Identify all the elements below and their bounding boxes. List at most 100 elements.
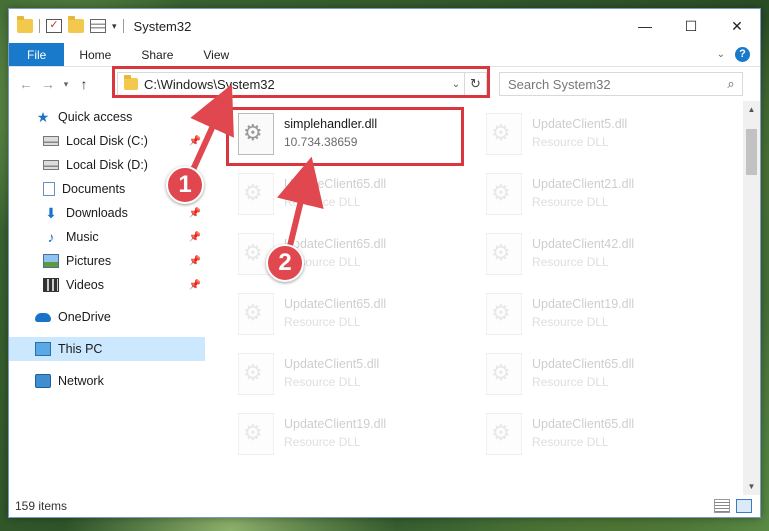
close-button[interactable]: ✕ [714,9,760,43]
dll-file-icon [486,413,522,455]
up-button[interactable]: ↑ [73,76,95,92]
file-item[interactable]: UpdateClient42.dll Resource DLL [482,227,712,281]
dll-file-icon [486,173,522,215]
file-item[interactable]: UpdateClient65.dll Resource DLL [234,167,464,221]
details-view-icon[interactable] [714,499,730,513]
file-detail: Resource DLL [532,195,609,209]
view-switcher [714,499,760,513]
sidebar-item-videos[interactable]: Videos 📌 [9,273,205,297]
file-name: UpdateClient42.dll [532,237,635,251]
scroll-down-icon[interactable]: ▼ [743,478,760,495]
expand-ribbon-icon[interactable]: ⌄ [717,49,725,60]
address-bar[interactable]: C:\Windows\System32 ⌄ ↻ [117,72,487,96]
file-item[interactable]: UpdateClient65.dll Resource DLL [482,407,712,461]
tab-view[interactable]: View [188,43,244,66]
pin-icon[interactable]: 📌 [189,208,201,219]
large-icons-view-icon[interactable] [736,499,752,513]
toolbar-dropdown-icon[interactable]: ▾ [112,21,117,32]
dll-file-icon [238,113,274,155]
address-path[interactable]: C:\Windows\System32 [144,77,448,92]
scrollbar-thumb[interactable] [746,129,757,175]
file-item[interactable]: UpdateClient19.dll Resource DLL [482,287,712,341]
sidebar-item-local-disk-c[interactable]: Local Disk (C:) 📌 [9,129,205,153]
dll-file-icon [238,353,274,395]
file-detail: Resource DLL [532,135,609,149]
forward-button[interactable]: → [37,76,59,92]
properties-check-icon[interactable]: ✓ [46,19,62,33]
sidebar-item-label: Quick access [58,110,133,124]
callout-step-2: 2 [266,244,304,282]
sidebar-item-downloads[interactable]: ⬇ Downloads 📌 [9,201,205,225]
tab-share[interactable]: Share [126,43,188,66]
divider [122,19,124,33]
quick-access-toolbar: ✓ ▾ [9,16,124,33]
sidebar-item-this-pc[interactable]: This PC [9,337,205,361]
pin-icon[interactable]: 📌 [189,136,201,147]
sidebar-item-onedrive[interactable]: OneDrive [9,305,205,329]
file-item[interactable]: UpdateClient65.dll Resource DLL [482,347,712,401]
window-title: System32 [133,18,192,34]
file-item[interactable]: UpdateClient5.dll Resource DLL [234,347,464,401]
file-detail: Resource DLL [284,195,361,209]
onedrive-cloud-icon [35,312,51,322]
file-name: UpdateClient19.dll [284,417,387,431]
new-folder-icon[interactable] [68,16,84,33]
sidebar-item-label: Local Disk (C:) [66,134,148,148]
file-explorer-window: ✓ ▾ System32 — ☐ ✕ File Home Share View … [8,8,761,518]
tab-home[interactable]: Home [64,43,126,66]
sidebar-item-pictures[interactable]: Pictures 📌 [9,249,205,273]
dll-file-icon [238,173,274,215]
sidebar-item-label: This PC [58,342,103,356]
file-list: simplehandler.dll 10.734.38659 UpdateCli… [214,105,738,495]
tab-file[interactable]: File [9,43,65,66]
maximize-button[interactable]: ☐ [668,9,714,43]
sidebar-item-quick-access[interactable]: ★ Quick access [9,105,205,129]
computer-icon [35,342,51,356]
file-item[interactable]: UpdateClient21.dll Resource DLL [482,167,712,221]
file-detail: 10.734.38659 [284,135,358,149]
drive-icon [43,160,59,170]
file-item-simplehandler[interactable]: simplehandler.dll 10.734.38659 [234,107,464,161]
dll-file-icon [486,113,522,155]
pin-icon[interactable]: 📌 [189,232,201,243]
sidebar-item-music[interactable]: ♪ Music 📌 [9,225,205,249]
pin-icon[interactable]: 📌 [189,256,201,267]
file-detail: Resource DLL [284,315,361,329]
search-icon[interactable]: ⌕ [720,76,742,92]
file-name: UpdateClient65.dll [284,297,387,311]
pictures-icon [43,254,59,268]
address-dropdown-icon[interactable]: ⌄ [448,79,464,90]
file-name: UpdateClient65.dll [532,357,635,371]
pin-icon[interactable]: 📌 [189,280,201,291]
dll-file-icon [486,293,522,335]
file-item[interactable]: UpdateClient19.dll Resource DLL [234,407,464,461]
file-item[interactable]: UpdateClient5.dll Resource DLL [482,107,712,161]
customize-toolbar-icon[interactable] [90,19,106,33]
help-icon[interactable]: ? [735,47,750,62]
vertical-scrollbar[interactable]: ▲ ▼ [743,101,760,495]
dll-file-icon [238,413,274,455]
file-detail: Resource DLL [532,255,609,269]
network-icon [35,374,51,388]
sidebar-item-network[interactable]: Network [9,369,205,393]
file-name: UpdateClient5.dll [284,357,380,371]
sidebar-item-label: Music [66,230,99,244]
navigation-pane: ★ Quick access Local Disk (C:) 📌 Local D… [9,105,205,495]
file-detail: Resource DLL [284,435,361,449]
scroll-up-icon[interactable]: ▲ [743,101,760,118]
file-detail: Resource DLL [284,375,361,389]
file-detail: Resource DLL [532,375,609,389]
back-button[interactable]: ← [15,76,37,92]
search-box[interactable]: ⌕ [499,72,743,96]
search-input[interactable] [508,76,720,92]
ribbon-tabs: File Home Share View ⌄ ? [9,43,760,67]
file-item[interactable]: UpdateClient65.dll Resource DLL [234,287,464,341]
file-name: UpdateClient65.dll [284,237,387,251]
refresh-icon[interactable]: ↻ [464,73,486,95]
minimize-button[interactable]: — [622,9,668,43]
folder-icon [17,16,33,33]
file-detail: Resource DLL [532,315,609,329]
sidebar-item-label: Documents [62,182,126,196]
recent-locations-dropdown[interactable]: ▾ [59,79,73,90]
